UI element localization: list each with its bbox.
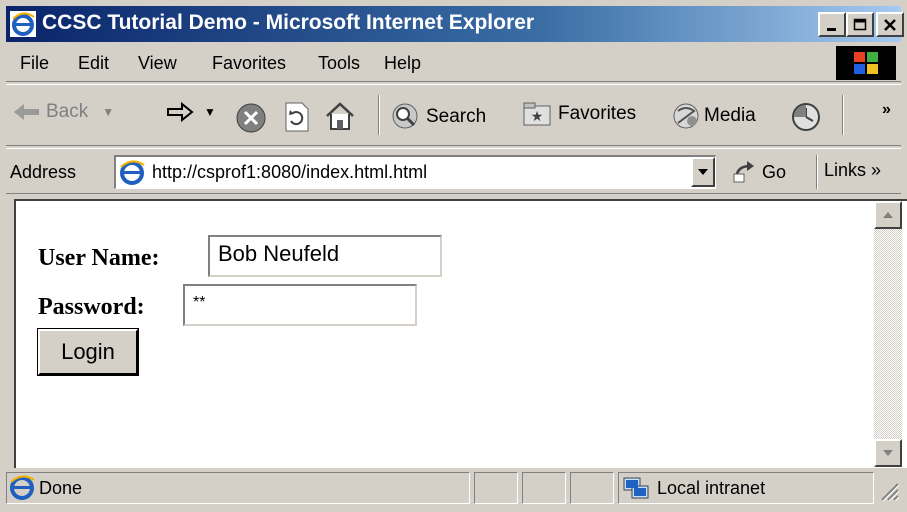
svg-text:★: ★ (531, 108, 544, 124)
close-icon (884, 18, 896, 31)
browser-window: CCSC Tutorial Demo - Microsoft Internet … (0, 0, 907, 512)
page-content: User Name: Bob Neufeld Password: ** Logi… (14, 199, 907, 468)
refresh-button[interactable] (282, 101, 310, 133)
back-label: Back (46, 101, 89, 122)
toolbar-separator (842, 95, 844, 135)
favorites-label: Favorites (558, 103, 637, 124)
home-icon (326, 102, 354, 130)
address-dropdown-button[interactable] (691, 157, 715, 187)
scroll-up-button[interactable] (874, 201, 902, 229)
menu-tools[interactable]: Tools (318, 53, 360, 74)
maximize-icon (853, 18, 867, 30)
toolbar-more-chevron[interactable]: » (882, 101, 891, 119)
status-main-pane: Done (6, 472, 470, 504)
forward-button[interactable]: ▼ (166, 101, 216, 123)
menu-help[interactable]: Help (384, 53, 421, 74)
status-pane (570, 472, 614, 504)
ie-page-icon (120, 160, 145, 185)
back-arrow-icon (14, 104, 39, 120)
media-icon (673, 103, 699, 129)
menu-favorites[interactable]: Favorites (212, 53, 286, 74)
ie-logo-icon (10, 11, 36, 37)
address-label: Address (10, 162, 77, 182)
vertical-scrollbar[interactable] (874, 201, 902, 467)
resize-grip-icon[interactable] (878, 480, 900, 502)
maximize-button[interactable] (846, 12, 874, 37)
status-bar: Done Local intranet (6, 470, 901, 506)
address-input[interactable]: http://csprof1:8080/index.html.html (114, 155, 716, 189)
history-icon (792, 103, 820, 131)
favorites-button[interactable]: ★ Favorites (522, 101, 636, 127)
scroll-up-icon (883, 212, 893, 218)
minimize-icon (827, 27, 836, 31)
close-button[interactable] (876, 12, 904, 37)
status-pane (522, 472, 566, 504)
forward-arrow-icon (167, 101, 194, 123)
menu-bar: File Edit View Favorites Tools Help (6, 44, 901, 82)
favorites-icon: ★ (523, 102, 551, 126)
scroll-down-button[interactable] (874, 439, 902, 467)
window-title: CCSC Tutorial Demo - Microsoft Internet … (42, 11, 534, 34)
status-text: Done (39, 478, 83, 498)
password-label: Password: (38, 294, 145, 320)
history-button[interactable] (790, 101, 822, 133)
address-url: http://csprof1:8080/index.html.html (152, 162, 428, 182)
toolbar-separator (378, 95, 380, 135)
media-button[interactable]: Media (670, 101, 756, 131)
stop-icon (236, 103, 266, 133)
password-input[interactable]: ** (183, 284, 417, 326)
login-button[interactable]: Login (37, 328, 139, 376)
home-button[interactable] (324, 101, 356, 131)
search-label: Search (426, 106, 487, 127)
minimize-button[interactable] (818, 12, 846, 37)
standard-toolbar: Back ▼ ▼ Search ★ Favorites Media » (6, 84, 901, 146)
local-intranet-icon (623, 477, 649, 499)
menu-file[interactable]: File (20, 53, 49, 74)
go-button[interactable]: Go (732, 160, 786, 184)
menu-edit[interactable]: Edit (78, 53, 109, 74)
search-icon (392, 103, 418, 129)
address-bar: Address http://csprof1:8080/index.html.h… (6, 148, 901, 194)
security-zone-pane[interactable]: Local intranet (618, 472, 874, 504)
search-button[interactable]: Search (390, 101, 486, 133)
windows-logo-icon (836, 46, 896, 80)
username-label: User Name: (38, 245, 160, 271)
address-separator (816, 155, 818, 189)
go-arrow-icon (733, 161, 754, 183)
back-dropdown-icon[interactable]: ▼ (102, 105, 114, 119)
links-button[interactable]: Links » (824, 160, 881, 181)
back-button[interactable]: Back ▼ (12, 101, 114, 123)
dropdown-arrow-icon (698, 169, 708, 175)
status-pane (474, 472, 518, 504)
page-done-icon (10, 475, 35, 500)
forward-dropdown-icon[interactable]: ▼ (204, 105, 216, 119)
stop-button[interactable] (234, 101, 268, 135)
menu-view[interactable]: View (138, 53, 177, 74)
security-zone-label: Local intranet (657, 478, 766, 498)
go-label: Go (762, 161, 787, 182)
media-label: Media (704, 105, 756, 126)
title-bar[interactable]: CCSC Tutorial Demo - Microsoft Internet … (6, 6, 904, 42)
scroll-down-icon (883, 450, 893, 456)
username-input[interactable]: Bob Neufeld (208, 235, 442, 277)
refresh-icon (285, 102, 309, 132)
